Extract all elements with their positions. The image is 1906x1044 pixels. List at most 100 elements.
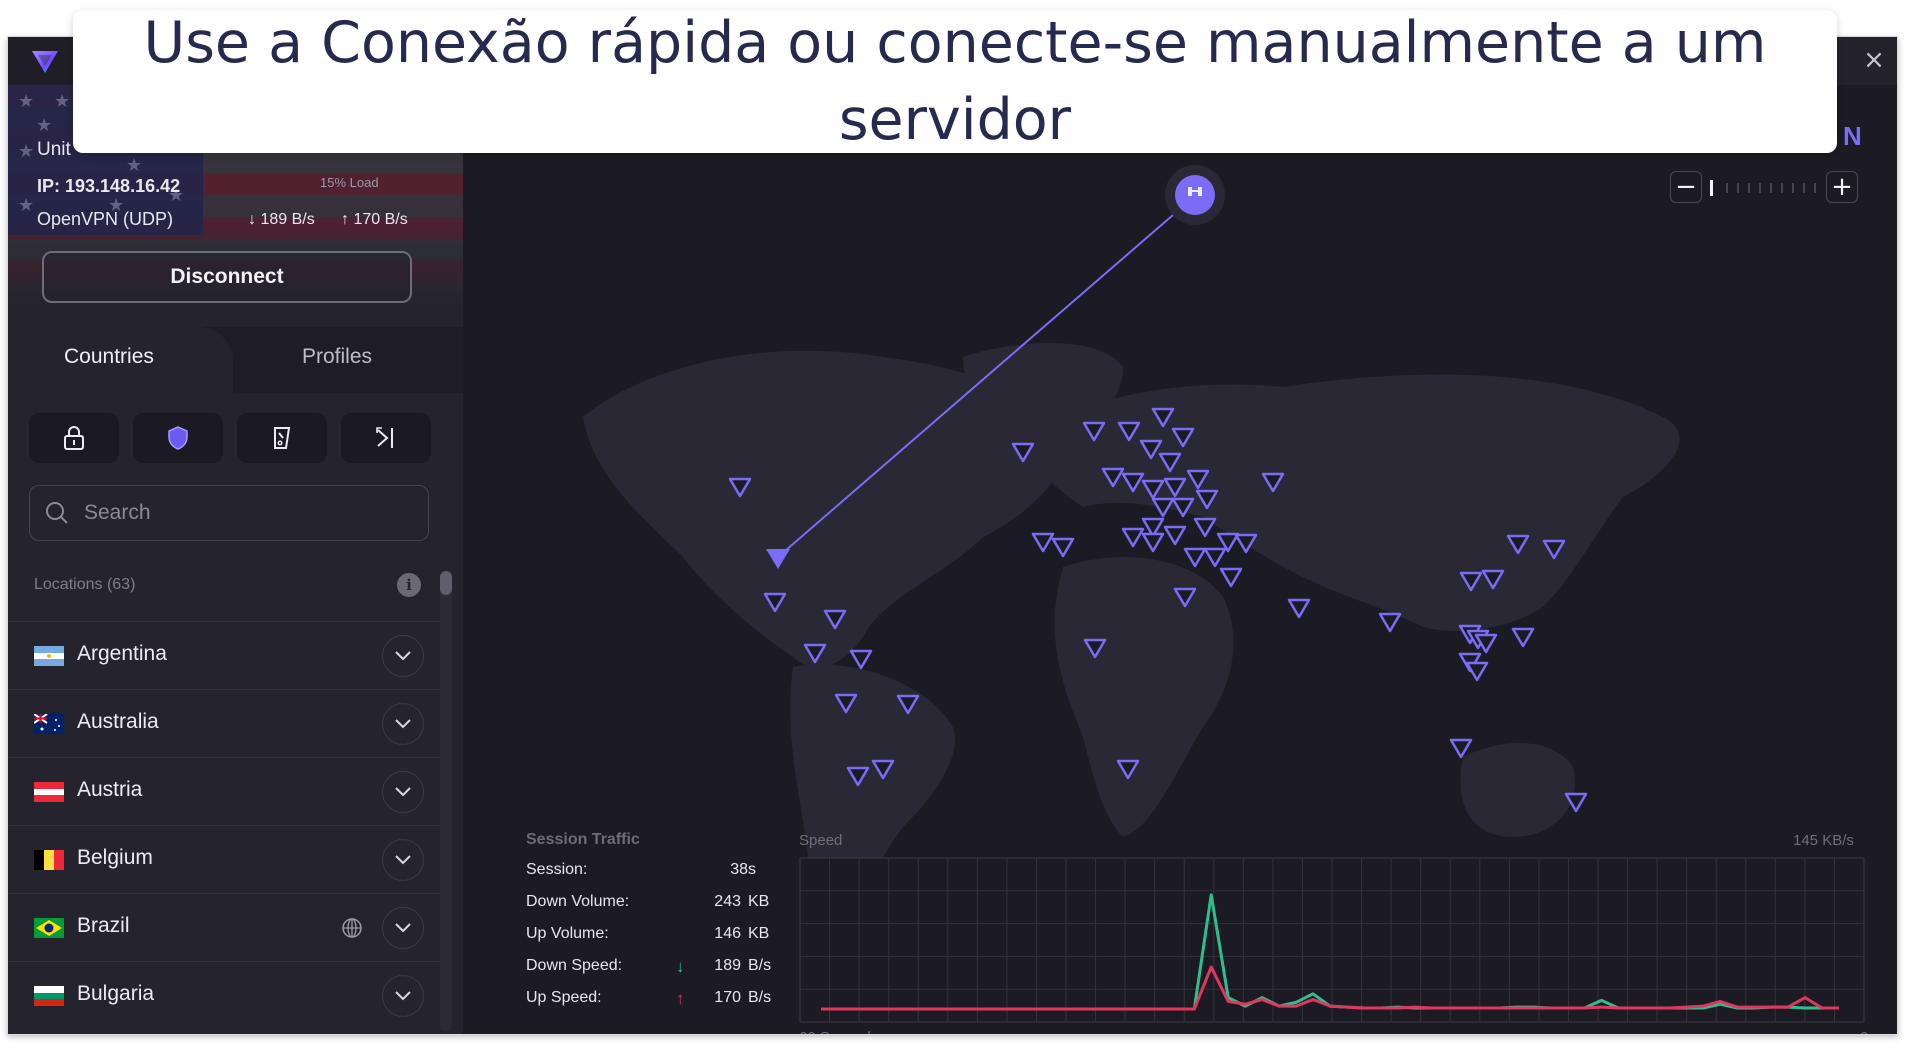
traffic-unit: B/s xyxy=(748,989,772,1006)
country-row-bulgaria[interactable]: Bulgaria xyxy=(8,961,440,1030)
connected-node[interactable] xyxy=(1175,175,1215,215)
zoom-out-button[interactable]: − xyxy=(1670,171,1702,203)
country-row-belgium[interactable]: Belgium xyxy=(8,825,440,894)
traffic-label: Session: xyxy=(526,861,588,878)
expand-button[interactable] xyxy=(382,975,424,1017)
search-icon xyxy=(46,502,68,524)
caption-text: Use a Conexão rápida ou conecte-se manua… xyxy=(143,9,1767,153)
traffic-value: 146 xyxy=(714,925,741,942)
chart-grid xyxy=(799,857,1865,1023)
australia-land xyxy=(1460,743,1575,837)
info-icon[interactable]: i xyxy=(397,573,421,597)
traffic-row: Up Volume: 146 KB xyxy=(526,925,786,957)
chart-y-max-label: 145 KB/s xyxy=(1793,832,1854,849)
country-name: Brazil xyxy=(77,914,130,937)
country-row-austria[interactable]: Austria xyxy=(8,757,440,826)
server-pin[interactable] xyxy=(1121,527,1145,548)
map-area: × N − + Session Traffic Session: 38s Dow… xyxy=(463,37,1897,1034)
app-logo-icon xyxy=(32,51,58,73)
server-pin[interactable] xyxy=(1031,532,1055,553)
zoom-tick xyxy=(1759,183,1761,193)
traffic-row: Down Volume: 243 KB xyxy=(526,893,786,925)
ip-address: IP: 193.148.16.42 xyxy=(37,176,181,196)
zoom-in-button[interactable]: + xyxy=(1826,171,1858,203)
country-name: Australia xyxy=(77,710,159,733)
traffic-unit: KB xyxy=(748,893,770,910)
traffic-unit: B/s xyxy=(748,957,772,974)
server-pin[interactable] xyxy=(849,649,873,670)
server-pin[interactable] xyxy=(1183,547,1207,568)
flag-br-icon xyxy=(34,918,64,938)
secure-core-filter-button[interactable] xyxy=(29,413,119,463)
sidebar: ★★ ★★ ★★ ★★ ★★ Unit IP: 193.148.16.42 15… xyxy=(8,37,463,1034)
server-pin[interactable] xyxy=(1287,598,1311,619)
tab-countries[interactable]: Countries xyxy=(64,345,154,369)
traffic-label: Down Speed: xyxy=(526,957,623,974)
chart-x-right-label: 0 xyxy=(1860,1029,1868,1034)
shield-icon xyxy=(168,426,188,450)
down-rate: ↓ 189 B/s xyxy=(248,211,315,228)
expand-button[interactable] xyxy=(382,635,424,677)
chevron-down-icon xyxy=(395,991,411,1001)
africa-land xyxy=(1054,557,1234,837)
chevron-down-icon xyxy=(395,787,411,797)
search-field[interactable] xyxy=(29,485,429,541)
zoom-tick xyxy=(1792,183,1794,193)
traffic-row: Down Speed: ↓ 189 B/s xyxy=(526,957,786,989)
search-input[interactable] xyxy=(82,500,406,526)
tab-bar: Countries Profiles xyxy=(8,327,463,393)
flag-bg-icon xyxy=(34,986,64,1006)
chart-title: Speed xyxy=(799,832,843,849)
traffic-value: 170 xyxy=(714,989,741,1006)
chevron-down-icon xyxy=(395,923,411,933)
country-row-argentina[interactable]: Argentina xyxy=(8,621,440,690)
expand-button[interactable] xyxy=(382,907,424,949)
chart-x-left-label: 60 Seconds xyxy=(799,1029,878,1034)
streaming-filter-button[interactable] xyxy=(237,413,327,463)
server-pin[interactable] xyxy=(1193,517,1217,538)
scrollbar-thumb[interactable] xyxy=(440,571,452,595)
server-pin[interactable] xyxy=(1141,532,1165,553)
country-name: Austria xyxy=(77,778,143,801)
traffic-value: 38s xyxy=(730,861,756,878)
country-row-brazil[interactable]: Brazil xyxy=(8,893,440,962)
zoom-tick xyxy=(1770,183,1772,193)
zoom-tick xyxy=(1726,183,1728,193)
server-pin[interactable] xyxy=(1051,537,1075,558)
server-pin[interactable] xyxy=(1163,525,1187,546)
port-forward-icon xyxy=(376,427,393,448)
list-scrollbar[interactable] xyxy=(440,571,452,1031)
traffic-unit: KB xyxy=(748,925,770,942)
server-pin[interactable] xyxy=(1219,567,1243,588)
expand-button[interactable] xyxy=(382,703,424,745)
expand-button[interactable] xyxy=(382,771,424,813)
zoom-slider-handle[interactable] xyxy=(1710,180,1713,196)
disconnect-button[interactable]: Disconnect xyxy=(42,251,412,303)
protocol-label: OpenVPN (UDP) xyxy=(37,209,174,229)
arrow-up-icon: ↑ xyxy=(676,989,685,1008)
zoom-tick xyxy=(1737,183,1739,193)
traffic-label: Down Volume: xyxy=(526,893,630,910)
arrow-down-icon: ↓ xyxy=(676,957,685,976)
netshield-filter-button[interactable] xyxy=(133,413,223,463)
session-traffic-panel: Session Traffic Session: 38s Down Volume: 2… xyxy=(526,831,786,1021)
expand-button[interactable] xyxy=(382,839,424,881)
globe-icon xyxy=(342,918,362,938)
exit-filter-button[interactable] xyxy=(341,413,431,463)
tab-profiles[interactable]: Profiles xyxy=(302,345,372,369)
session-traffic-title: Session Traffic xyxy=(526,831,640,848)
chevron-down-icon xyxy=(395,855,411,865)
locations-count: Locations (63) xyxy=(34,576,136,593)
map-zoom-control: − + xyxy=(1670,171,1870,207)
zoom-tick xyxy=(1781,183,1783,193)
server-pin[interactable] xyxy=(1449,738,1473,759)
country-name: Unit xyxy=(37,139,71,160)
country-row-australia[interactable]: Australia xyxy=(8,689,440,758)
up-rate: ↑ 170 B/s xyxy=(341,211,408,228)
traffic-value: 189 xyxy=(714,957,741,974)
server-pin[interactable] xyxy=(1511,627,1535,648)
flag-be-icon xyxy=(34,850,64,870)
server-load: 15% Load xyxy=(320,175,379,190)
server-pin[interactable] xyxy=(1378,612,1402,633)
server-pin[interactable] xyxy=(1203,547,1227,568)
